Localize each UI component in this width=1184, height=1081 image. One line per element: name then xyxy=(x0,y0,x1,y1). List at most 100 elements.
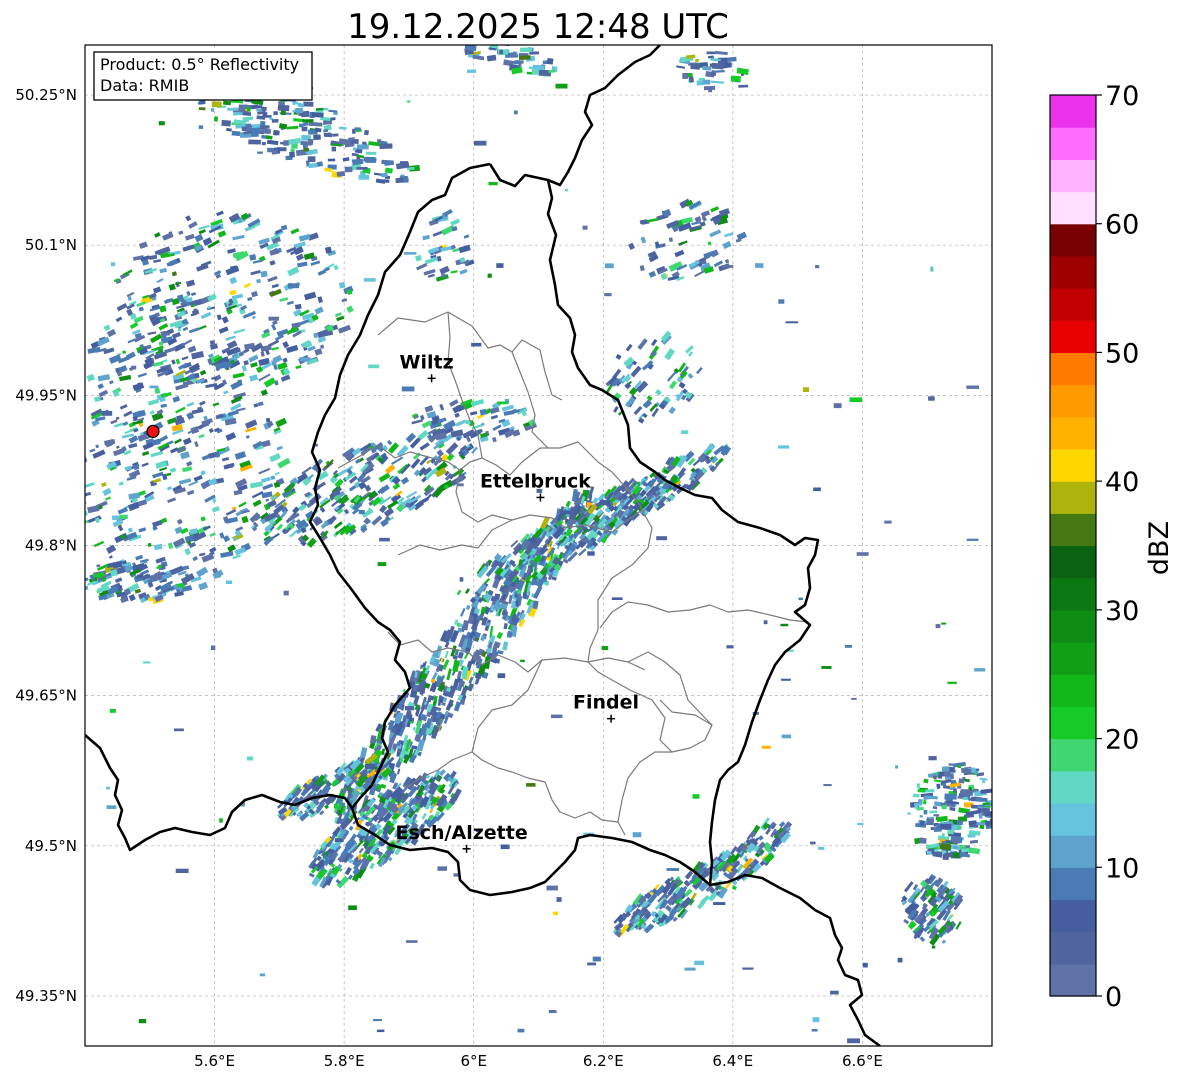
echo-cell xyxy=(395,177,404,184)
echo-cell xyxy=(119,514,128,519)
city-label: Wiltz xyxy=(400,351,454,373)
echo-cell xyxy=(307,138,314,145)
colorbar-swatch xyxy=(1050,931,1096,965)
echo-cell xyxy=(302,119,314,123)
echo-cell xyxy=(260,121,266,127)
echo-cell xyxy=(517,1028,525,1033)
echo-cell xyxy=(364,278,376,282)
echo-cell xyxy=(798,597,803,601)
echo-cell xyxy=(406,940,418,943)
radar-map-figure: 19.12.2025 12:48 UTC WiltzEttelbruckFind… xyxy=(15,7,1175,1070)
echo-cell xyxy=(953,788,957,793)
echo-cell xyxy=(726,645,734,649)
echo-cell xyxy=(907,812,911,815)
colorbar-tick-label: 0 xyxy=(1105,982,1122,1013)
echo-cell xyxy=(962,797,968,801)
longitude-ticks: 5.6°E 5.8°E 6°E 6.2°E 6.4°E 6.6°E xyxy=(194,1052,883,1070)
echo-cell xyxy=(958,778,965,784)
echo-cell xyxy=(111,262,116,267)
colorbar-swatch xyxy=(1050,255,1096,289)
colorbar-swatch xyxy=(1050,577,1096,611)
echo-cell xyxy=(471,342,482,347)
x-tick-label: 6°E xyxy=(460,1052,487,1070)
echo-cell xyxy=(365,156,376,163)
echo-cell xyxy=(821,666,832,669)
echo-cell xyxy=(592,956,601,962)
y-tick-label: 49.35°N xyxy=(15,987,77,1005)
echo-cell xyxy=(353,147,357,151)
echo-cell xyxy=(198,107,206,111)
echo-cell xyxy=(474,140,487,146)
echo-cell xyxy=(277,104,290,112)
echo-cell xyxy=(680,430,689,434)
echo-cell xyxy=(106,805,117,809)
echo-cell xyxy=(175,868,189,873)
echo-cell xyxy=(336,170,346,177)
echo-cell xyxy=(488,182,498,186)
echo-cell xyxy=(933,814,940,817)
colorbar-tick-label: 20 xyxy=(1105,725,1139,756)
echo-cell xyxy=(823,784,832,787)
echo-cell xyxy=(531,69,540,75)
echo-cell xyxy=(940,823,952,830)
echo-cell xyxy=(283,140,289,146)
echo-cell xyxy=(587,551,595,556)
colorbar-tick-label: 50 xyxy=(1105,338,1139,369)
colorbar-swatch xyxy=(1050,674,1096,707)
echo-cell xyxy=(917,798,923,805)
echo-cell xyxy=(931,945,936,949)
echo-cell xyxy=(929,810,938,814)
echo-cell xyxy=(324,246,332,254)
echo-cell xyxy=(694,960,704,966)
echo-cell xyxy=(813,487,821,492)
echo-cell xyxy=(358,509,365,515)
echo-cell xyxy=(155,312,160,317)
echo-cell xyxy=(941,833,945,839)
echo-cell xyxy=(74,376,85,384)
echo-cell xyxy=(499,49,504,55)
echo-cell xyxy=(379,537,390,542)
echo-cell xyxy=(311,112,324,118)
echo-cell xyxy=(938,775,943,779)
x-tick-label: 6.2°E xyxy=(583,1052,624,1070)
echo-cell xyxy=(526,783,536,787)
echo-cell xyxy=(897,957,903,963)
echo-cell xyxy=(226,580,233,584)
echo-cell xyxy=(327,158,336,162)
echo-cell xyxy=(303,147,310,152)
echo-cell xyxy=(147,542,152,547)
echo-cell xyxy=(210,645,216,651)
echo-cell xyxy=(862,962,868,968)
echo-cell xyxy=(301,126,308,132)
echo-cell xyxy=(404,706,415,711)
echo-cell xyxy=(721,265,734,268)
colorbar-swatch xyxy=(1050,448,1096,482)
echo-cell xyxy=(548,69,555,73)
colorbar-swatch xyxy=(1050,416,1096,450)
echo-cell xyxy=(198,125,204,129)
echo-cell xyxy=(303,101,314,107)
colorbar-tick-label: 40 xyxy=(1105,467,1139,498)
echo-cell xyxy=(815,265,820,269)
echo-cell xyxy=(334,804,338,809)
echo-cell xyxy=(785,321,799,324)
echo-cell xyxy=(223,100,231,106)
colorbar-tick-label: 60 xyxy=(1105,210,1139,241)
echo-cell xyxy=(755,263,764,268)
colorbar-swatch xyxy=(1050,481,1096,514)
echo-cell xyxy=(131,365,137,370)
echo-cell xyxy=(778,445,790,449)
colorbar-tick-label: 70 xyxy=(1105,81,1139,112)
colorbar-swatch xyxy=(1050,127,1096,160)
y-tick-label: 49.65°N xyxy=(15,687,77,705)
echo-cell xyxy=(376,139,382,143)
echo-cell xyxy=(923,778,929,784)
echo-cell xyxy=(978,813,983,819)
echo-cell xyxy=(959,844,966,850)
echo-cell xyxy=(684,967,696,971)
echo-cell xyxy=(917,788,926,793)
colorbar-swatch xyxy=(1050,899,1096,933)
colorbar-swatches xyxy=(1050,95,1096,997)
echo-cell xyxy=(368,364,380,369)
echo-cell xyxy=(600,500,611,505)
